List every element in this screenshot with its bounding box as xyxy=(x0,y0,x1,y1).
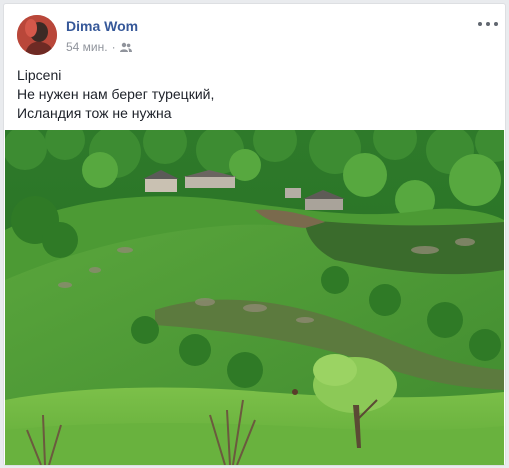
landscape-photo xyxy=(5,130,504,465)
friends-icon[interactable] xyxy=(119,42,132,52)
post-text-line: Исландия тож не нужна xyxy=(17,105,172,121)
post-author-name[interactable]: Dima Wom xyxy=(66,18,138,34)
post-photo[interactable] xyxy=(5,130,504,465)
post-meta: 54 мин. · xyxy=(66,40,132,54)
more-dot xyxy=(486,22,490,26)
more-dot xyxy=(478,22,482,26)
post-header: Dima Wom 54 мин. · xyxy=(17,15,505,55)
post-text: Lipceni Не нужен нам берег турецкий, Исл… xyxy=(17,66,493,123)
post-text-line: Не нужен нам берег турецкий, xyxy=(17,86,215,102)
meta-separator: · xyxy=(111,40,116,54)
post-text-line: Lipceni xyxy=(17,67,62,83)
more-options-icon[interactable] xyxy=(478,17,498,31)
feed-post: Dima Wom 54 мин. · Lipceni Не нужен нам … xyxy=(3,3,506,466)
avatar[interactable] xyxy=(17,15,57,55)
post-timestamp[interactable]: 54 мин. xyxy=(66,40,108,54)
more-dot xyxy=(494,22,498,26)
